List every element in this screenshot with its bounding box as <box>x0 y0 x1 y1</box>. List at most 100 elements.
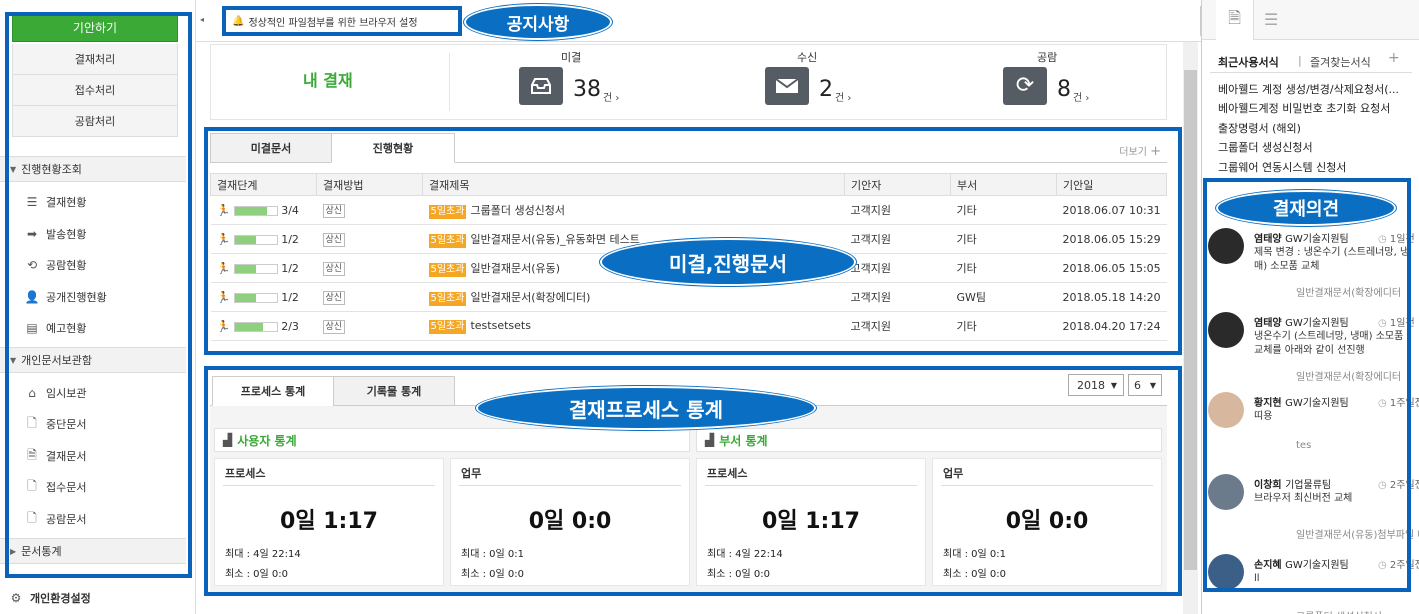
stat-max: 최대 : 4일 22:14 <box>225 549 301 560</box>
runner-icon: 🏃 <box>216 261 231 275</box>
form-link[interactable]: 그룹웨어 연동시스템 신청서 <box>1218 159 1414 175</box>
col-method[interactable]: 결재방법 <box>316 173 423 196</box>
section-doc-stats[interactable]: ▶ 문서통계 <box>0 538 186 564</box>
nav-public-status[interactable]: 👤 공개진행현황 <box>24 287 107 307</box>
title-cell[interactable]: 5일초과 그룹폴더 생성신청서 <box>422 195 845 225</box>
receive-process-button[interactable]: 접수처리 <box>12 75 178 106</box>
table-row[interactable]: 🏃 3/4 상신 5일초과 그룹폴더 생성신청서 고객지원 기타 2018.06.07 10:… <box>210 195 1167 225</box>
bar-chart-icon: ▟ <box>223 433 233 447</box>
circulation-count[interactable]: 8 <box>1057 77 1071 102</box>
progress-fill <box>235 264 257 273</box>
tab-pending-docs[interactable]: 미결문서 <box>210 133 332 163</box>
sync-icon[interactable]: ⟳ <box>1003 67 1047 105</box>
nav-temp-storage[interactable]: ⌂ 임시보관 <box>24 383 86 403</box>
form-link[interactable]: 출장명령서 (해외) <box>1218 120 1414 136</box>
col-drafter[interactable]: 기안자 <box>844 173 951 196</box>
nav-circulation-docs[interactable]: 🗋 공람문서 <box>24 509 86 529</box>
progress-fill <box>235 206 267 215</box>
doc-title[interactable]: 일반결재문서(유동)_유동화면 테스트 <box>470 233 639 246</box>
stage-value: 2/3 <box>281 319 299 333</box>
more-link[interactable]: 더보기 + <box>1119 143 1161 159</box>
circulation-process-button[interactable]: 공람처리 <box>12 106 178 137</box>
personal-settings-link[interactable]: ⚙ 개인환경설정 <box>8 588 91 608</box>
author-name: 이창희 <box>1254 480 1282 491</box>
progress-bar <box>234 234 279 245</box>
stage-cell: 🏃 1/2 <box>210 224 317 254</box>
form-link[interactable]: 베아웰드 계정 생성/변경/삭제요청서(... <box>1218 81 1414 97</box>
right-panel: 🗎 ☰ 최근사용서식 | 즐겨찾는서식 + 베아웰드 계정 생성/변경/삭제요청… <box>1201 0 1419 614</box>
method-cell: 상신 <box>316 253 423 283</box>
opinion-item[interactable]: 황지현 GW기술지원팀 ◷ 1주일전띠용 tes <box>1206 392 1419 472</box>
method-cell: 상신 <box>316 311 423 341</box>
time-value: 1일전 <box>1389 234 1415 245</box>
tab-progress-status[interactable]: 진행현황 <box>331 133 455 163</box>
stat-box-user-task: 업무 0일 0:0 최대 : 0일 0:1 최소 : 0일 0:0 <box>450 458 690 586</box>
form-link[interactable]: 베아웰드계정 비밀번호 초기화 요청서 <box>1218 100 1414 116</box>
document-tab-icon[interactable]: 🗎 <box>1216 0 1254 40</box>
nav-send-status[interactable]: ➡ 발송현황 <box>24 224 87 244</box>
stat-box-dept-process: 프로세스 0일 1:17 최대 : 4일 22:14 최소 : 0일 0:0 <box>696 458 926 586</box>
tab-record-stats[interactable]: 기록물 통계 <box>333 376 455 406</box>
opinion-author: 황지현 GW기술지원팀 <box>1254 394 1349 409</box>
nav-approval-status[interactable]: ☰ 결재현황 <box>24 192 87 212</box>
title-cell[interactable]: 5일초과 일반결재문서(확장에디터) <box>422 282 845 312</box>
pending-count[interactable]: 38 <box>573 77 601 102</box>
opinion-item[interactable]: 염태양 GW기술지원팀 ◷ 1일전 제목 변경 : 냉온수기 (스트레너망, 냉매)… <box>1206 228 1416 308</box>
tab-process-stats[interactable]: 프로세스 통계 <box>212 376 334 406</box>
method-badge: 상신 <box>322 261 346 276</box>
col-title[interactable]: 결재제목 <box>422 173 845 196</box>
inbox-tray-icon[interactable] <box>519 67 563 105</box>
col-stage[interactable]: 결재단계 <box>210 173 317 196</box>
doc-title[interactable]: testsetsets <box>470 319 530 332</box>
month-select[interactable]: 6 ▼ <box>1128 374 1162 396</box>
opinion-item[interactable]: 염태양 GW기술지원팀 ◷ 1일전 냉온수기 (스트레너망, 냉매) 소모품 교체를… <box>1206 312 1416 392</box>
opinion-doc-link[interactable]: tes <box>1296 440 1311 451</box>
opinion-doc-link[interactable]: 그룹폴더 생성신청서 <box>1296 608 1382 614</box>
col-dept[interactable]: 부서 <box>950 173 1057 196</box>
main-scroll-thumb[interactable] <box>1184 70 1197 570</box>
doc-title[interactable]: 일반결재문서(유동) <box>470 262 560 275</box>
nav-received-docs[interactable]: 🗋 접수문서 <box>24 477 86 497</box>
method-badge: 상신 <box>322 319 346 334</box>
doc-title[interactable]: 일반결재문서(확장에디터) <box>470 291 590 304</box>
opinion-list: 염태양 GW기술지원팀 ◷ 1일전 제목 변경 : 냉온수기 (스트레너망, 냉매)… <box>1202 228 1419 614</box>
year-select[interactable]: 2018 ▼ <box>1068 374 1124 396</box>
received-count[interactable]: 2 <box>819 77 833 102</box>
author-team: GW기술지원팀 <box>1285 318 1349 329</box>
draft-button[interactable]: 기안하기 <box>12 12 178 42</box>
opinion-item[interactable]: 손지혜 GW기술지원팀 ◷ 2주일전 ll 그룹폴더 생성신청서 <box>1206 554 1419 614</box>
collapse-left-icon[interactable]: ◂ <box>200 15 204 24</box>
nav-stopped-docs[interactable]: 🗋 중단문서 <box>24 414 86 434</box>
section-personal-storage[interactable]: ▼ 개인문서보관함 <box>0 347 186 373</box>
table-row[interactable]: 🏃 2/3 상신 5일초과 testsetsets 고객지원 기타 2018.04.20 17… <box>210 311 1167 341</box>
nav-approval-docs[interactable]: 🗎 결재문서 <box>24 446 86 466</box>
opinion-doc-link[interactable]: 일반결재문서(확장에디터 <box>1296 284 1401 299</box>
recent-forms-tab[interactable]: 최근사용서식 <box>1218 54 1279 70</box>
opinion-time: ◷ 1일전 <box>1378 230 1415 245</box>
approval-process-button[interactable]: 결재처리 <box>12 44 178 75</box>
notice-item[interactable]: 🔔 정상적인 파일첨부를 위한 브라우저 설정 <box>222 6 462 36</box>
nav-label: 공람현황 <box>46 259 87 272</box>
stat-title: 업무 <box>943 467 964 480</box>
opinion-doc-link[interactable]: 일반결재문서(유동)첨부파일 테 <box>1296 526 1419 541</box>
favorite-forms-tab[interactable]: 즐겨찾는서식 <box>1310 54 1371 70</box>
nav-notice-status[interactable]: ▤ 예고현황 <box>24 318 86 338</box>
method-badge: 상신 <box>322 232 346 247</box>
stat-max: 최대 : 4일 22:14 <box>707 549 783 560</box>
list-tab-icon[interactable]: ☰ <box>1264 10 1278 29</box>
opinion-item[interactable]: 이창희 기업물류팀 ◷ 2주일전브라우저 최신버전 교체일반결재문서(유동)첨부파… <box>1206 474 1419 554</box>
nav-circulation-status[interactable]: ⟲ 공람현황 <box>24 255 87 275</box>
date-cell: 2018.04.20 17:24 <box>1056 311 1167 341</box>
envelope-icon[interactable] <box>765 67 809 105</box>
nav-label: 임시보관 <box>46 387 87 400</box>
nav-label: 발송현황 <box>46 228 87 241</box>
table-row[interactable]: 🏃 1/2 상신 5일초과 일반결재문서(확장에디터) 고객지원 GW팀 2018.05.18… <box>210 282 1167 312</box>
document-icon: 🗎 <box>27 447 37 462</box>
col-date[interactable]: 기안일 <box>1056 173 1167 196</box>
title-cell[interactable]: 5일초과 testsetsets <box>422 311 845 341</box>
form-link[interactable]: 그룹폴더 생성신청서 <box>1218 139 1414 155</box>
doc-title[interactable]: 그룹폴더 생성신청서 <box>470 204 565 217</box>
opinion-doc-link[interactable]: 일반결재문서(확장에디터 <box>1296 368 1401 383</box>
section-progress[interactable]: ▼ 진행현황조회 <box>0 156 186 182</box>
add-form-icon[interactable]: + <box>1388 50 1400 66</box>
